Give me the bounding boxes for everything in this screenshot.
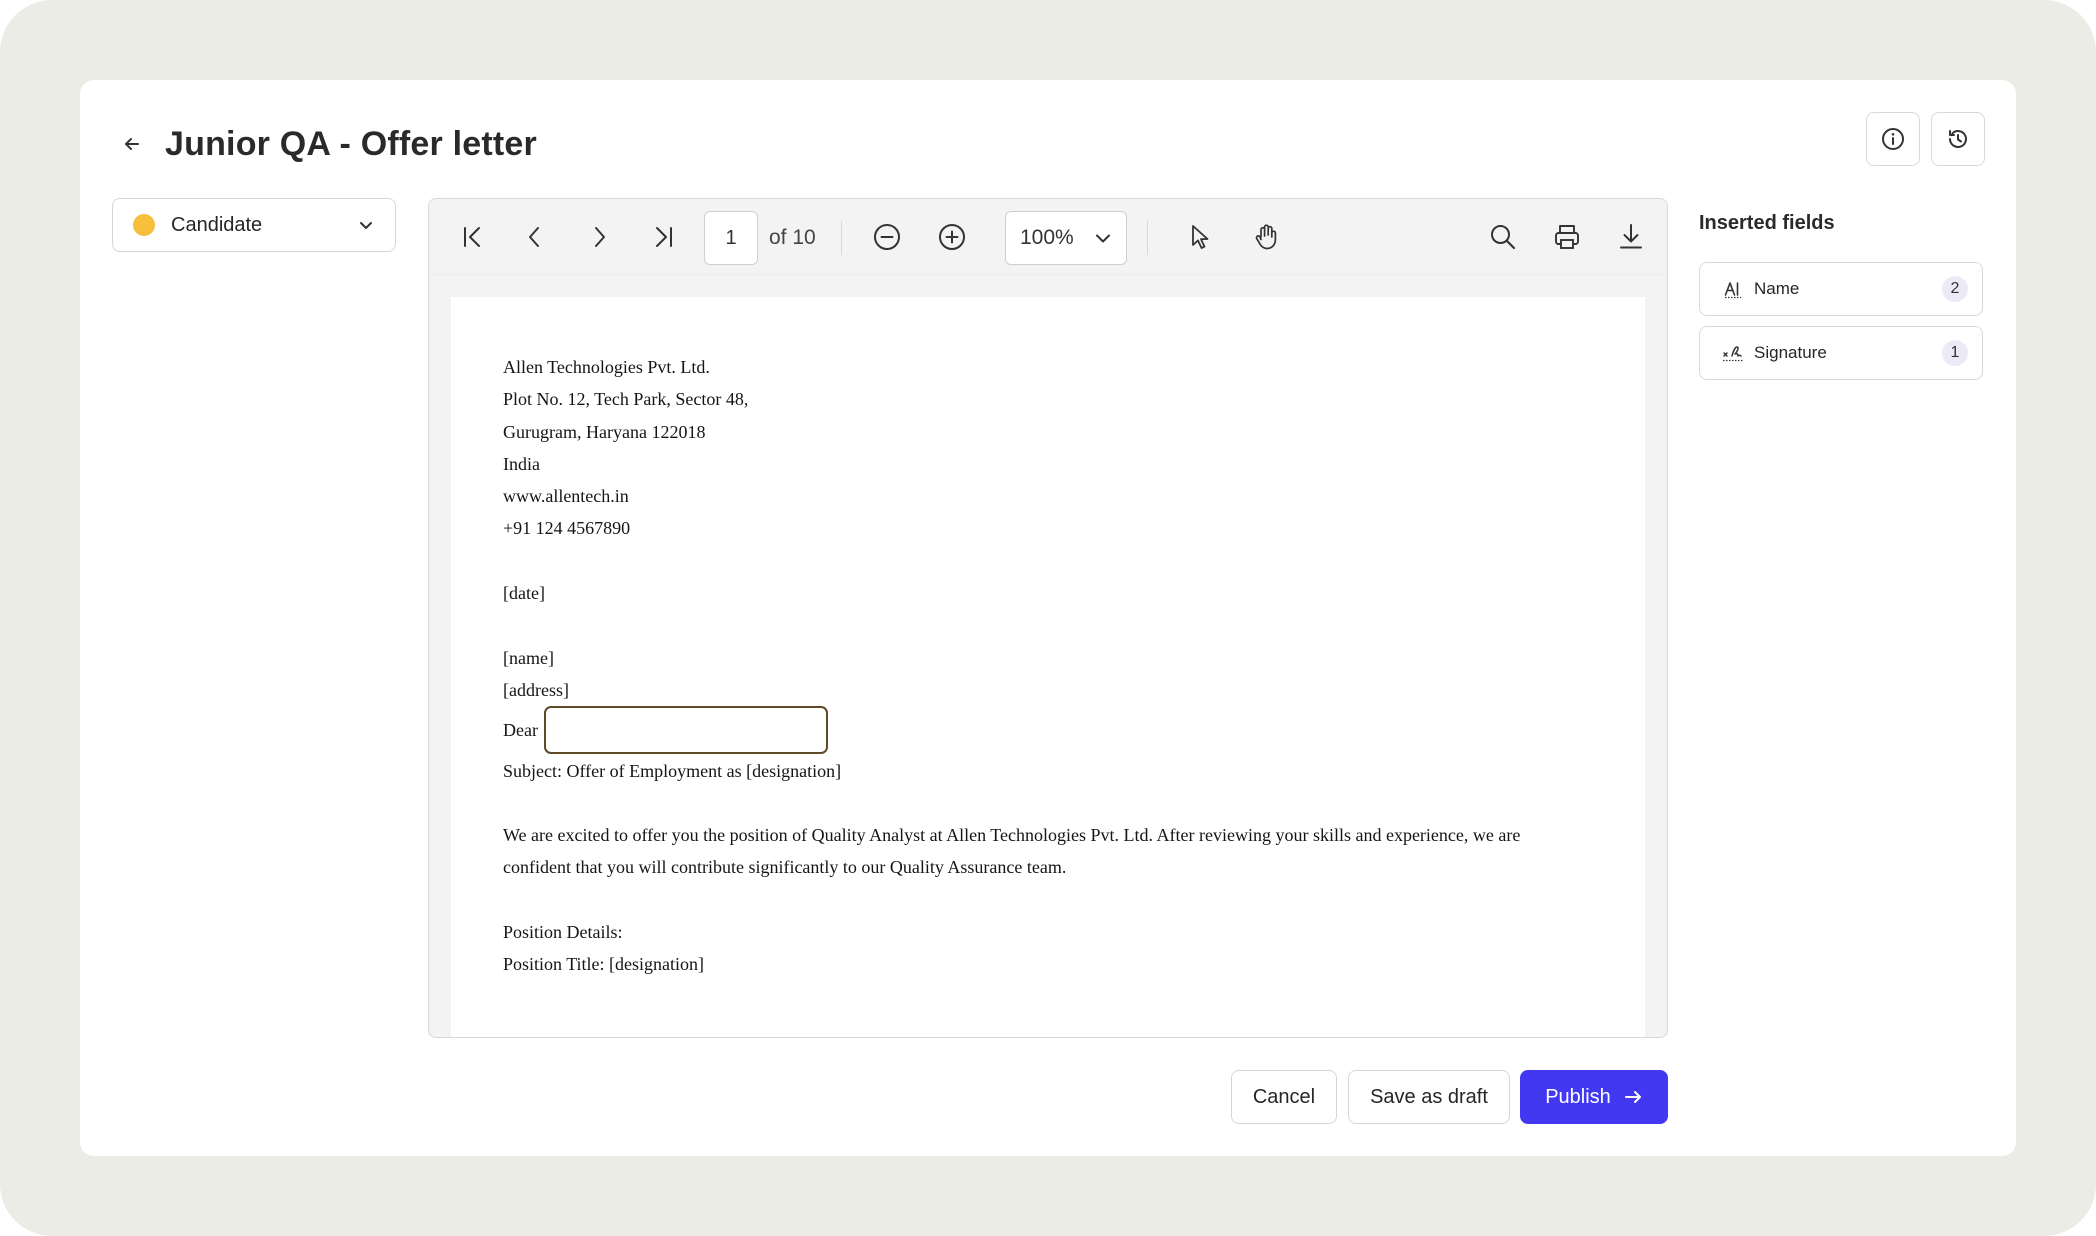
position-title-line: Position Title: [designation]	[503, 954, 705, 975]
hand-icon	[1255, 224, 1277, 250]
salutation-text: Dear	[503, 720, 538, 741]
address-line: Allen Technologies Pvt. Ltd.	[503, 357, 710, 377]
address-line: Plot No. 12, Tech Park, Sector 48,	[503, 389, 749, 410]
zoom-in-button[interactable]	[926, 211, 978, 263]
history-button[interactable]	[1931, 112, 1985, 166]
page-count-label: of 10	[769, 226, 816, 249]
signature-icon	[1722, 342, 1744, 364]
page-title: Junior QA - Offer letter	[165, 125, 537, 163]
back-button[interactable]	[108, 120, 156, 168]
role-color-dot	[133, 214, 155, 236]
toolbar-divider	[841, 221, 842, 255]
chevron-down-icon	[360, 222, 372, 229]
publish-button[interactable]: Publish	[1520, 1070, 1668, 1124]
field-count-badge: 1	[1942, 340, 1968, 366]
body-paragraph-line: confident that you will contribute signi…	[503, 857, 1067, 878]
name-placeholder: [name]	[503, 647, 554, 668]
app-frame: Junior QA - Offer letter Candidate 1 of …	[0, 0, 2096, 1236]
body-paragraph-line: We are excited to offer you the position…	[503, 825, 1521, 846]
recipient-role-select[interactable]: Candidate	[112, 198, 396, 252]
field-label: Name	[1754, 279, 1800, 298]
toolbar-divider	[1147, 221, 1148, 255]
position-details-heading: Position Details:	[503, 922, 623, 943]
last-page-icon	[656, 227, 672, 247]
inserted-field-name[interactable]: Name 2	[1699, 262, 1983, 316]
cancel-button[interactable]: Cancel	[1231, 1070, 1337, 1124]
arrow-right-icon	[1624, 1091, 1641, 1103]
chevron-right-icon	[595, 227, 605, 247]
address-line: India	[503, 453, 540, 474]
document-viewer: of 10 100%	[428, 198, 1668, 1038]
address-line: www.allentech.in	[503, 486, 629, 507]
zoom-out-icon	[874, 224, 900, 250]
print-button[interactable]	[1541, 211, 1593, 263]
next-page-button[interactable]	[573, 211, 625, 263]
download-icon	[1620, 224, 1642, 249]
address-line: +91 124 4567890	[503, 518, 631, 539]
inserted-fields-title: Inserted fields	[1699, 212, 1835, 234]
download-button[interactable]	[1605, 211, 1657, 263]
search-icon	[1491, 225, 1516, 250]
address-line: Gurugram, Haryana 122018	[503, 421, 706, 442]
zoom-level-select[interactable]: 100%	[1005, 211, 1127, 265]
history-icon	[1949, 130, 1967, 148]
save-as-draft-label: Save as draft	[1370, 1085, 1488, 1108]
viewer-toolbar: of 10 100%	[429, 199, 1667, 275]
publish-button-label: Publish	[1545, 1085, 1611, 1108]
previous-page-button[interactable]	[509, 211, 561, 263]
first-page-button[interactable]	[447, 211, 499, 263]
name-input-field[interactable]	[543, 706, 828, 755]
salutation-row: Dear	[503, 706, 1603, 755]
field-count-badge: 2	[1942, 276, 1968, 302]
cancel-button-label: Cancel	[1252, 1085, 1316, 1108]
chevron-left-icon	[529, 227, 539, 247]
first-page-icon	[464, 227, 480, 247]
arrow-left-icon	[125, 138, 139, 150]
zoom-out-button[interactable]	[861, 211, 913, 263]
role-select-label: Candidate	[171, 213, 263, 236]
document-page: Allen Technologies Pvt. Ltd. Plot No. 12…	[451, 297, 1645, 1037]
page-number-input[interactable]	[704, 211, 758, 265]
select-tool-button[interactable]	[1174, 211, 1226, 263]
pan-tool-button[interactable]	[1240, 211, 1292, 263]
editor-card: Junior QA - Offer letter Candidate 1 of …	[80, 80, 2016, 1156]
last-page-button[interactable]	[637, 211, 689, 263]
save-as-draft-button[interactable]: Save as draft	[1348, 1070, 1510, 1124]
chevron-down-icon	[1096, 234, 1110, 243]
letter-content: Allen Technologies Pvt. Ltd. Plot No. 12…	[503, 351, 1603, 981]
zoom-level-value: 100%	[1020, 226, 1074, 249]
info-icon	[1882, 128, 1904, 150]
address-placeholder: [address]	[503, 679, 569, 700]
field-label: Signature	[1754, 343, 1827, 362]
inserted-field-signature[interactable]: Signature 1	[1699, 326, 1983, 380]
printer-icon	[1555, 225, 1579, 249]
cursor-pointer-icon	[1192, 225, 1209, 249]
text-field-icon	[1722, 278, 1744, 300]
subject-line: Subject: Offer of Employment as [designa…	[503, 760, 842, 781]
search-button[interactable]	[1477, 211, 1529, 263]
info-button[interactable]	[1866, 112, 1920, 166]
zoom-in-icon	[939, 224, 965, 250]
date-placeholder: [date]	[503, 583, 545, 604]
